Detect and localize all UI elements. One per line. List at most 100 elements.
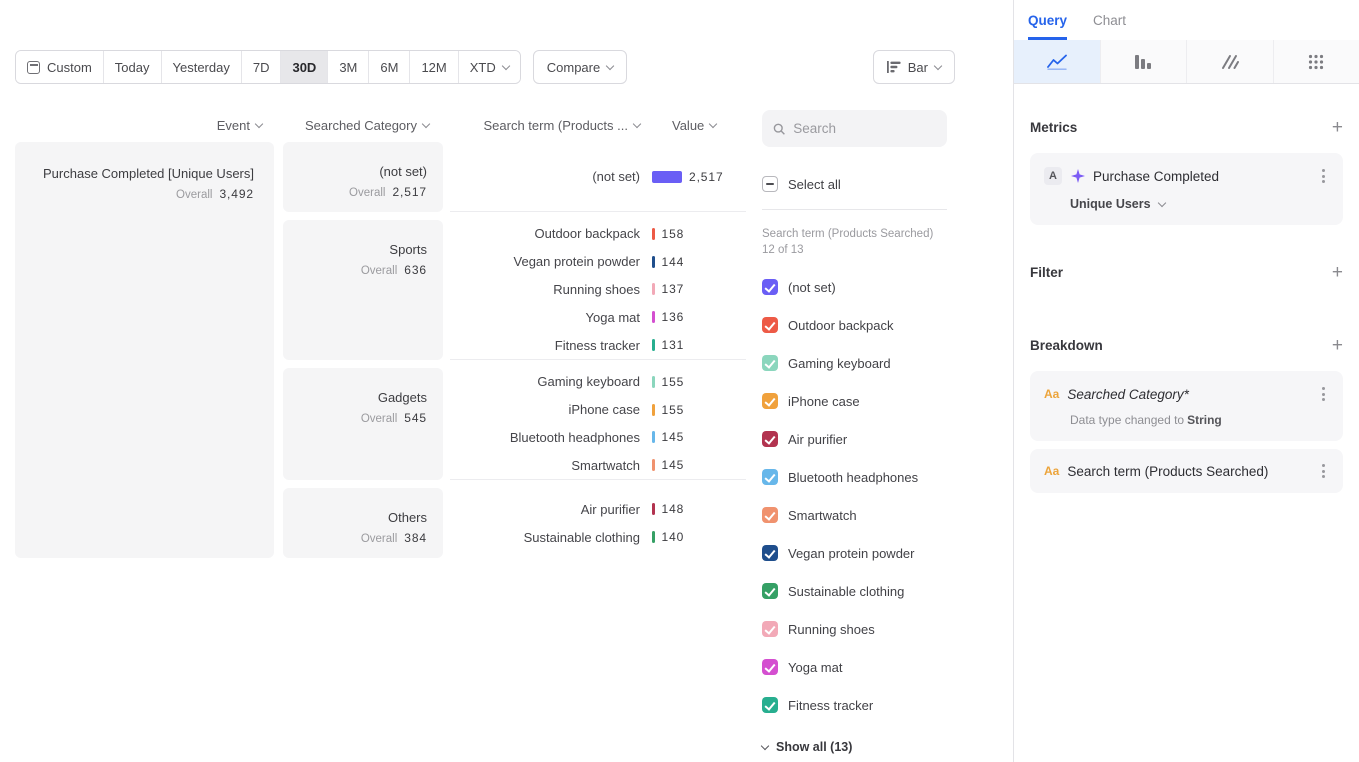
chart-type-button[interactable]: Bar: [873, 50, 955, 84]
column-header-event[interactable]: Event: [15, 118, 274, 133]
bar: [652, 404, 655, 416]
chevron-down-icon: [709, 120, 717, 128]
show-all-link[interactable]: Show all (13): [762, 740, 947, 754]
date-today-button[interactable]: Today: [103, 51, 161, 83]
checkbox[interactable]: [762, 393, 778, 409]
overall-value: 3,492: [219, 187, 254, 201]
bar: [652, 228, 655, 240]
tab-funnels[interactable]: [1100, 40, 1187, 83]
value: 2,517: [689, 170, 724, 184]
checkbox[interactable]: [762, 355, 778, 371]
value: 145: [662, 458, 685, 472]
add-filter-icon[interactable]: +: [1332, 263, 1343, 282]
filter-option[interactable]: (not set): [762, 268, 947, 306]
filter-option[interactable]: Outdoor backpack: [762, 306, 947, 344]
checkbox[interactable]: [762, 317, 778, 333]
checkbox[interactable]: [762, 431, 778, 447]
filter-option[interactable]: Yoga mat: [762, 648, 947, 686]
term-label: Bluetooth headphones: [450, 430, 640, 445]
category-card[interactable]: Sports Overall636: [283, 220, 443, 360]
tab-chart[interactable]: Chart: [1093, 0, 1126, 40]
metric-unit-selector[interactable]: Unique Users: [1070, 197, 1329, 211]
chevron-down-icon: [633, 120, 641, 128]
report-main: Custom Today Yesterday 7D 30D 3M 6M 12M …: [0, 0, 1013, 762]
tab-query[interactable]: Query: [1028, 0, 1067, 40]
breakdown-card[interactable]: Aa Searched Category* Data type changed …: [1030, 371, 1343, 441]
filter-option[interactable]: Smartwatch: [762, 496, 947, 534]
term-label: Sustainable clothing: [450, 530, 640, 545]
report-type-tabs: [1014, 40, 1359, 84]
filter-option[interactable]: Air purifier: [762, 420, 947, 458]
date-yesterday-button[interactable]: Yesterday: [161, 51, 241, 83]
filter-option[interactable]: Fitness tracker: [762, 686, 947, 724]
kebab-menu-icon[interactable]: [1318, 385, 1329, 403]
event-overall: Overall3,492: [15, 187, 254, 201]
tab-insights[interactable]: [1014, 40, 1100, 83]
column-header-value[interactable]: Value: [672, 118, 716, 133]
select-all-checkbox[interactable]: [762, 176, 778, 192]
table-row[interactable]: Running shoes 137: [450, 276, 746, 304]
term-label: Vegan protein powder: [450, 254, 640, 269]
column-header-category[interactable]: Searched Category: [283, 118, 443, 133]
date-30d-button[interactable]: 30D: [280, 51, 327, 83]
table-row[interactable]: Gaming keyboard 155: [450, 368, 746, 396]
kebab-menu-icon[interactable]: [1318, 167, 1329, 185]
table-row[interactable]: Air purifier 148: [450, 495, 746, 523]
flows-dots-icon: [1308, 54, 1324, 70]
checkbox[interactable]: [762, 659, 778, 675]
table-row[interactable]: Sustainable clothing 140: [450, 523, 746, 551]
filter-option[interactable]: Running shoes: [762, 610, 947, 648]
date-7d-button[interactable]: 7D: [241, 51, 281, 83]
event-card[interactable]: Purchase Completed [Unique Users] Overal…: [15, 142, 274, 558]
search-input[interactable]: [793, 121, 936, 136]
column-header-search-term[interactable]: Search term (Products ...: [450, 118, 640, 133]
tab-flows[interactable]: [1273, 40, 1359, 83]
filter-options-list: (not set) Outdoor backpack Gaming keyboa…: [762, 268, 947, 724]
tab-label: Query: [1028, 13, 1067, 28]
add-breakdown-icon[interactable]: +: [1332, 336, 1343, 355]
table-row[interactable]: iPhone case 155: [450, 396, 746, 424]
metric-card[interactable]: A Purchase Completed Unique Users: [1030, 153, 1343, 225]
checkbox[interactable]: [762, 583, 778, 599]
category-card[interactable]: (not set) Overall2,517: [283, 142, 443, 212]
date-30d-label: 30D: [292, 60, 316, 75]
table-row[interactable]: Bluetooth headphones 145: [450, 424, 746, 452]
series-badge: A: [1044, 167, 1062, 185]
checkbox[interactable]: [762, 545, 778, 561]
category-card[interactable]: Others Overall384: [283, 488, 443, 558]
checkbox[interactable]: [762, 507, 778, 523]
table-row[interactable]: Smartwatch 145: [450, 451, 746, 479]
table-row[interactable]: (not set) 2,517: [450, 163, 746, 191]
checkbox[interactable]: [762, 469, 778, 485]
checkbox[interactable]: [762, 697, 778, 713]
search-box[interactable]: [762, 110, 947, 147]
kebab-menu-icon[interactable]: [1318, 462, 1329, 480]
date-12m-label: 12M: [421, 60, 446, 75]
breakdown-title: Breakdown: [1030, 338, 1103, 353]
date-3m-label: 3M: [339, 60, 357, 75]
filter-option[interactable]: Bluetooth headphones: [762, 458, 947, 496]
checkbox[interactable]: [762, 279, 778, 295]
table-row[interactable]: Vegan protein powder 144: [450, 248, 746, 276]
category-name: Gadgets: [283, 390, 427, 405]
compare-button[interactable]: Compare: [533, 50, 627, 84]
category-card[interactable]: Gadgets Overall545: [283, 368, 443, 480]
breakdown-card[interactable]: Aa Search term (Products Searched): [1030, 449, 1343, 493]
filter-option[interactable]: Vegan protein powder: [762, 534, 947, 572]
filter-option[interactable]: Sustainable clothing: [762, 572, 947, 610]
select-all-row[interactable]: Select all: [762, 176, 947, 192]
tab-retention[interactable]: [1186, 40, 1273, 83]
date-xtd-button[interactable]: XTD: [458, 51, 520, 83]
table-row[interactable]: Fitness tracker 131: [450, 331, 746, 359]
filter-option[interactable]: iPhone case: [762, 382, 947, 420]
date-custom-label: Custom: [47, 60, 92, 75]
table-row[interactable]: Outdoor backpack 158: [450, 220, 746, 248]
checkbox[interactable]: [762, 621, 778, 637]
date-3m-button[interactable]: 3M: [327, 51, 368, 83]
add-metric-icon[interactable]: +: [1332, 118, 1343, 137]
filter-option[interactable]: Gaming keyboard: [762, 344, 947, 382]
date-6m-button[interactable]: 6M: [368, 51, 409, 83]
date-custom-button[interactable]: Custom: [16, 51, 103, 83]
table-row[interactable]: Yoga mat 136: [450, 303, 746, 331]
date-12m-button[interactable]: 12M: [409, 51, 457, 83]
